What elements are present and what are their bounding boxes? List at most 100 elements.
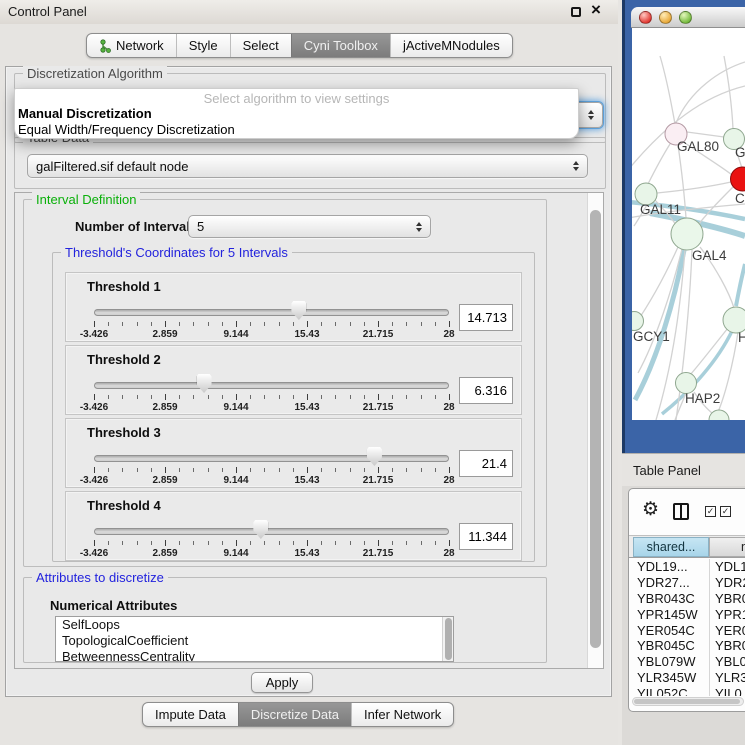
tab-infer-network[interactable]: Infer Network xyxy=(351,703,453,726)
slider-track[interactable] xyxy=(94,455,449,462)
threshold-1-panel: Threshold 1 -3.4262.8599.14415.4321.7152… xyxy=(65,272,522,342)
scrollbar-thumb[interactable] xyxy=(445,618,452,660)
threshold-1-slider[interactable]: -3.4262.8599.14415.4321.71528 xyxy=(66,299,521,343)
table-row[interactable]: YER054CYER0 xyxy=(629,623,745,639)
settings-scrollpane: Interval Definition Number of Intervals … xyxy=(14,192,604,669)
table-row[interactable]: YBL079WYBL0 xyxy=(629,654,745,670)
tick-mark xyxy=(179,468,180,472)
tick-mark xyxy=(151,541,152,545)
tick-label: 21.715 xyxy=(363,402,394,413)
threshold-2-value[interactable]: 6.316 xyxy=(459,377,513,404)
tick-mark xyxy=(165,467,166,473)
tab-select[interactable]: Select xyxy=(230,34,291,57)
control-panel: Control Panel × Network Style Se xyxy=(0,0,618,745)
list-item[interactable]: TopologicalCoefficient xyxy=(56,633,453,649)
horizontal-scrollbar[interactable] xyxy=(632,697,744,706)
scrollbar-thumb[interactable] xyxy=(590,210,601,648)
close-icon[interactable]: × xyxy=(591,0,601,20)
numerical-attributes-list[interactable]: SelfLoops TopologicalCoefficient Between… xyxy=(55,616,454,662)
network-canvas[interactable]: GAL80 G C GAL11 GAL4 GCY1 H HAP2 xyxy=(632,28,745,420)
tick-mark xyxy=(122,541,123,545)
threshold-1-value[interactable]: 14.713 xyxy=(459,304,513,331)
threshold-2-slider[interactable]: -3.4262.8599.14415.4321.71528 xyxy=(66,372,521,416)
slider-thumb[interactable] xyxy=(253,520,268,539)
tick-mark xyxy=(108,541,109,545)
table-row[interactable]: YDL19...YDL1 xyxy=(629,559,745,575)
network-window-titlebar[interactable] xyxy=(631,7,745,28)
column-layout-icon[interactable] xyxy=(673,503,689,520)
tick-mark xyxy=(435,395,436,399)
tick-label: 2.859 xyxy=(152,548,177,559)
tick-mark xyxy=(165,394,166,400)
num-intervals-select[interactable]: 5 xyxy=(188,215,431,238)
table-row[interactable]: YBR045CYBR0 xyxy=(629,638,745,654)
dropdown-item-manual[interactable]: Manual Discretization xyxy=(15,106,578,122)
tab-discretize-data[interactable]: Discretize Data xyxy=(238,703,351,726)
tick-mark xyxy=(222,395,223,399)
tick-label: 28 xyxy=(443,475,454,486)
tick-mark xyxy=(449,540,450,546)
tick-mark xyxy=(165,540,166,546)
slider-thumb[interactable] xyxy=(291,301,306,320)
table-row[interactable]: YIL052CYIL0 xyxy=(629,686,745,696)
column-header-name[interactable]: na xyxy=(709,537,745,557)
tab-impute-data[interactable]: Impute Data xyxy=(143,703,238,726)
node-bottom-partial[interactable] xyxy=(709,410,729,420)
table-panel-title: Table Panel xyxy=(633,463,701,478)
table-row[interactable]: YLR345WYLR3 xyxy=(629,670,745,686)
table-panel: ⚙ ✓ ✓ shared... na YDL19...YDL1 YDR27...… xyxy=(628,488,745,712)
tick-mark xyxy=(151,395,152,399)
tick-label: 15.43 xyxy=(294,329,319,340)
slider-thumb[interactable] xyxy=(367,447,382,466)
gear-icon[interactable]: ⚙ xyxy=(642,500,659,520)
list-item[interactable]: SelfLoops xyxy=(56,617,453,633)
tab-cyni-toolbox[interactable]: Cyni Toolbox xyxy=(291,34,390,57)
dropdown-placeholder-item[interactable]: Select algorithm to view settings xyxy=(15,89,578,106)
tab-style[interactable]: Style xyxy=(176,34,230,57)
threshold-4-slider[interactable]: -3.4262.8599.14415.4321.71528 xyxy=(66,518,521,562)
node-gal4[interactable] xyxy=(671,218,703,250)
threshold-3-value[interactable]: 21.4 xyxy=(459,450,513,477)
tick-mark xyxy=(137,395,138,399)
dropdown-item-equal-width[interactable]: Equal Width/Frequency Discretization xyxy=(15,122,578,138)
slider-track[interactable] xyxy=(94,309,449,316)
slider-thumb[interactable] xyxy=(197,374,212,393)
threshold-4-value[interactable]: 11.344 xyxy=(459,523,513,550)
tick-mark xyxy=(307,394,308,400)
tick-mark xyxy=(208,468,209,472)
slider-track[interactable] xyxy=(94,382,449,389)
float-window-icon[interactable] xyxy=(571,7,581,17)
vertical-scrollbar[interactable] xyxy=(587,193,603,668)
tick-mark xyxy=(222,322,223,326)
tick-mark xyxy=(122,322,123,326)
close-button[interactable] xyxy=(639,11,652,24)
scrollbar-thumb[interactable] xyxy=(634,699,740,704)
tick-label: -3.426 xyxy=(80,329,108,340)
checkbox-icon[interactable]: ✓ xyxy=(720,506,731,517)
combo-arrows-icon xyxy=(416,222,422,232)
table-row[interactable]: YPR145WYPR1 xyxy=(629,607,745,623)
tick-mark xyxy=(335,322,336,326)
slider-track[interactable] xyxy=(94,528,449,535)
node-label-gal11: GAL11 xyxy=(640,202,681,217)
tick-mark xyxy=(236,321,237,327)
table-row[interactable]: YBR043CYBR0 xyxy=(629,591,745,607)
threshold-3-slider[interactable]: -3.4262.8599.14415.4321.71528 xyxy=(66,445,521,489)
tick-mark xyxy=(307,321,308,327)
tick-mark xyxy=(137,468,138,472)
tab-network[interactable]: Network xyxy=(87,34,176,57)
zoom-button[interactable] xyxy=(679,11,692,24)
list-vertical-scrollbar[interactable] xyxy=(442,617,453,661)
top-tab-bar: Network Style Select Cyni Toolbox jActiv… xyxy=(86,33,513,58)
checkbox-icon[interactable]: ✓ xyxy=(705,506,716,517)
tab-jactivemnodules[interactable]: jActiveMNodules xyxy=(390,34,512,57)
minimize-button[interactable] xyxy=(659,11,672,24)
tick-mark xyxy=(250,468,251,472)
node-label-gal80: GAL80 xyxy=(677,139,719,154)
tick-mark xyxy=(293,468,294,472)
table-data-select[interactable]: galFiltered.sif default node xyxy=(27,154,588,178)
list-item[interactable]: BetweennessCentrality xyxy=(56,649,453,662)
table-row[interactable]: YDR27...YDR2 xyxy=(629,575,745,591)
column-header-shared-name[interactable]: shared... xyxy=(633,537,709,557)
apply-button[interactable]: Apply xyxy=(251,672,313,693)
